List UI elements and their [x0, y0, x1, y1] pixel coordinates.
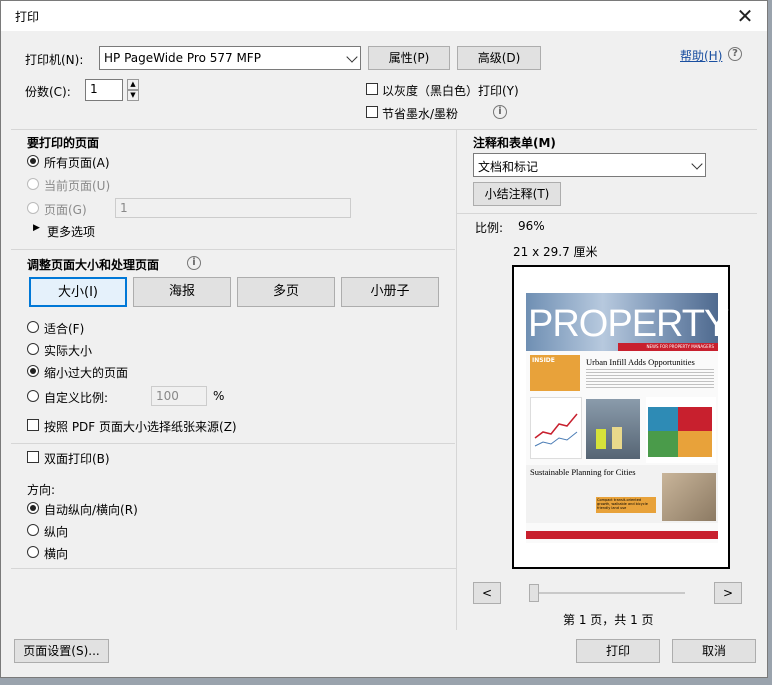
print-dialog: 打印 ✕ 打印机(N): HP PageWide Pro 577 MFP 属性(…: [0, 0, 768, 678]
more-options-label[interactable]: 更多选项: [47, 223, 95, 240]
masthead-title: PROPERTY: [528, 303, 729, 345]
comments-heading: 注释和表单(M): [473, 136, 556, 150]
shrink-label: 缩小过大的页面: [44, 366, 129, 380]
tab-booklet[interactable]: 小册子: [341, 277, 439, 307]
body-text: [586, 369, 714, 389]
close-icon[interactable]: ✕: [731, 3, 759, 29]
tab-size[interactable]: 大小(I): [29, 277, 127, 307]
divider: [457, 213, 757, 214]
properties-button[interactable]: 属性(P): [368, 46, 450, 70]
landscape-label: 横向: [44, 547, 69, 561]
page-indicator: 第 1 页，共 1 页: [563, 613, 654, 627]
help-link[interactable]: 帮助(H): [680, 47, 722, 64]
pages-heading: 要打印的页面: [27, 136, 100, 150]
auto-orientation-label: 自动纵向/横向(R): [44, 503, 138, 517]
copies-label: 份数(C):: [25, 85, 71, 99]
divider: [11, 443, 455, 444]
grayscale-label: 以灰度（黑白色）打印(Y): [382, 84, 519, 98]
comments-select[interactable]: 文档和标记: [473, 153, 706, 177]
shrink-radio[interactable]: [27, 365, 39, 377]
comments-value: 文档和标记: [478, 160, 539, 174]
help-icon[interactable]: ?: [728, 47, 742, 61]
line-chart-thumbnail: [530, 397, 582, 459]
footer-bar: [526, 531, 718, 539]
document-thumbnail: PROPERTY NEWS FOR PROPERTY MANAGERS INSI…: [526, 293, 729, 543]
inside-box: INSIDE: [530, 355, 580, 391]
cancel-button[interactable]: 取消: [672, 639, 756, 663]
next-page-button[interactable]: >: [714, 582, 742, 604]
actual-size-radio[interactable]: [27, 343, 39, 355]
fit-label: 适合(F): [44, 322, 85, 336]
info-icon[interactable]: i: [187, 256, 201, 270]
auto-orientation-radio[interactable]: [27, 502, 39, 514]
divider: [11, 129, 757, 130]
portrait-label: 纵向: [44, 525, 69, 539]
dialog-title: 打印: [15, 10, 40, 24]
printer-label: 打印机(N):: [25, 53, 84, 67]
chevron-down-icon: [691, 158, 703, 170]
workers-photo: [586, 399, 640, 459]
summarize-comments-button[interactable]: 小结注释(T): [473, 182, 561, 206]
headline-2: Sustainable Planning for Cities: [530, 467, 636, 477]
headline-1: Urban Infill Adds Opportunities: [586, 357, 695, 367]
inside-label: INSIDE: [532, 357, 555, 364]
title-bar: 打印 ✕: [1, 1, 767, 31]
printer-select[interactable]: HP PageWide Pro 577 MFP: [99, 46, 361, 70]
page-range-radio[interactable]: [27, 202, 39, 214]
advanced-button[interactable]: 高级(D): [457, 46, 541, 70]
map-thumbnail: [646, 397, 716, 463]
chevron-down-icon: [346, 51, 358, 63]
sizing-heading: 调整页面大小和处理页面: [27, 258, 160, 272]
tab-poster[interactable]: 海报: [133, 277, 231, 307]
page-range-label: 页面(G): [44, 203, 87, 217]
spinner-up-icon[interactable]: ▲: [127, 79, 139, 90]
grayscale-checkbox[interactable]: [366, 83, 378, 95]
orientation-label: 方向:: [27, 483, 56, 497]
all-pages-radio[interactable]: [27, 155, 39, 167]
page-range-input[interactable]: 1: [115, 198, 351, 218]
callout-box: Compact transit-oriented growth, walkabl…: [596, 497, 656, 513]
paper-size: 21 x 29.7 厘米: [513, 245, 598, 259]
divider: [11, 568, 457, 569]
page-slider-track[interactable]: [531, 592, 685, 594]
save-ink-checkbox[interactable]: [366, 106, 378, 118]
tab-multiple[interactable]: 多页: [237, 277, 335, 307]
print-button[interactable]: 打印: [576, 639, 660, 663]
current-page-label: 当前页面(U): [44, 179, 111, 193]
scale-value: 96%: [518, 219, 545, 233]
paper-source-checkbox[interactable]: [27, 419, 39, 431]
divider: [456, 130, 457, 630]
spinner-down-icon[interactable]: ▼: [127, 90, 139, 101]
custom-scale-radio[interactable]: [27, 390, 39, 402]
current-page-radio[interactable]: [27, 178, 39, 190]
paper-source-label: 按照 PDF 页面大小选择纸张来源(Z): [44, 420, 237, 434]
custom-scale-label: 自定义比例:: [44, 391, 109, 405]
all-pages-label: 所有页面(A): [44, 156, 110, 170]
duplex-checkbox[interactable]: [27, 451, 39, 463]
landscape-radio[interactable]: [27, 546, 39, 558]
info-icon[interactable]: i: [493, 105, 507, 119]
copies-input[interactable]: 1: [85, 79, 123, 101]
fit-radio[interactable]: [27, 321, 39, 333]
duplex-label: 双面打印(B): [44, 452, 110, 466]
page-preview: PROPERTY NEWS FOR PROPERTY MANAGERS INSI…: [512, 265, 730, 569]
divider: [11, 249, 455, 250]
page-slider-thumb[interactable]: [529, 584, 539, 602]
actual-size-label: 实际大小: [44, 344, 93, 358]
printer-value: HP PageWide Pro 577 MFP: [104, 51, 261, 65]
scale-label: 比例:: [475, 221, 504, 235]
page-setup-button[interactable]: 页面设置(S)...: [14, 639, 109, 663]
save-ink-label: 节省墨水/墨粉: [382, 107, 459, 121]
portrait-radio[interactable]: [27, 524, 39, 536]
copies-spinner[interactable]: ▲ ▼: [127, 79, 139, 101]
street-photo: [662, 473, 716, 521]
masthead-tagline: NEWS FOR PROPERTY MANAGERS: [618, 343, 718, 351]
prev-page-button[interactable]: <: [473, 582, 501, 604]
triangle-right-icon[interactable]: ▶: [33, 223, 40, 233]
custom-scale-input[interactable]: 100: [151, 386, 207, 406]
percent-label: %: [213, 389, 225, 403]
